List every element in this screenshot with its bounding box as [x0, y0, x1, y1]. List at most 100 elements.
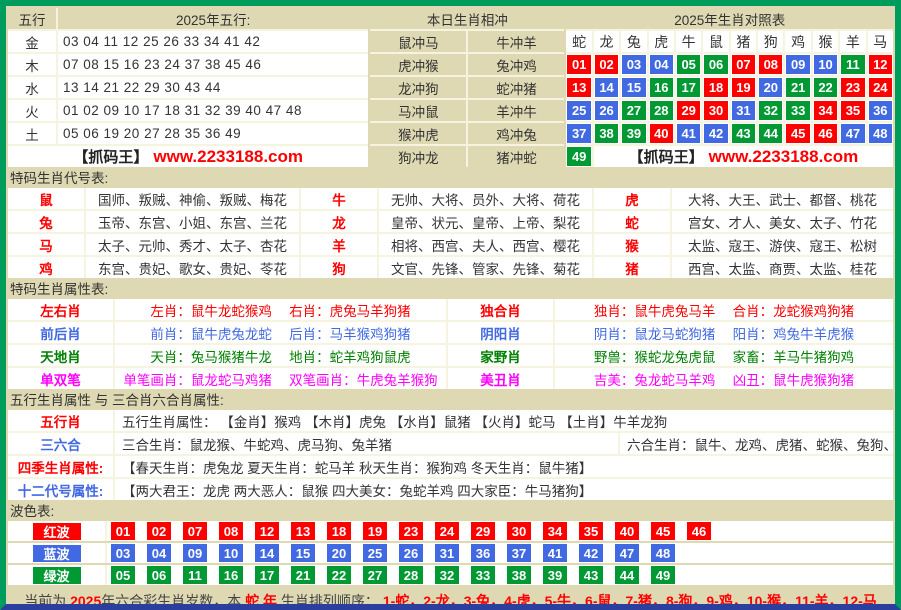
attr-label-cell: 家野肖 [448, 345, 553, 366]
zodiac-number-cell: 09 [785, 54, 810, 75]
site-link[interactable]: www.2233188.com [709, 147, 859, 167]
zodiac-number-cell: 14 [594, 77, 619, 98]
codes-names-cell: 文官、先锋、管家、先锋、菊花 [379, 257, 592, 278]
footer-text: 生肖排列顺序： [277, 593, 383, 609]
wave-number-badge: 08 [219, 522, 243, 540]
wx2-text-cell: 【两大君王：龙虎 两大恶人：鼠猴 四大美女：兔蛇羊鸡 四大家臣：牛马猪狗】 [115, 479, 893, 500]
number-badge: 45 [786, 124, 809, 143]
number-badge: 29 [677, 101, 700, 120]
codes-names-cell: 玉帝、东宫、小姐、东宫、兰花 [86, 211, 299, 232]
wave-label-cell: 绿波 [8, 565, 105, 585]
attr-text-cell: 前肖：鼠牛虎兔龙蛇 后肖：马羊猴鸡狗猪 [115, 322, 446, 343]
wave-number-badge: 49 [651, 566, 675, 584]
element-label: 火 [8, 100, 56, 121]
attr-text-cell: 阴肖：鼠龙马蛇狗猪 阳肖：鸡兔牛羊虎猴 [555, 322, 893, 343]
wave-number-badge: 10 [219, 544, 243, 562]
wave-number-badge: 44 [615, 566, 639, 584]
zodiac-number-cell: 35 [840, 100, 865, 121]
wx2-text-cell: 五行生肖属性： 【金肖】猴鸡 【木肖】虎兔 【水肖】鼠猪 【火肖】蛇马 【土肖】… [115, 410, 893, 431]
chong-title: 本日生肖相冲 [370, 8, 564, 29]
zodiac-number-cell: 29 [676, 100, 701, 121]
number-badge: 07 [732, 55, 755, 74]
element-label: 金 [8, 31, 56, 52]
number-badge: 40 [650, 124, 673, 143]
number-badge: 14 [595, 78, 618, 97]
attr-label-cell: 阴阳肖 [448, 322, 553, 343]
number-badge: 33 [786, 101, 809, 120]
wave-number-badge: 32 [435, 566, 459, 584]
zodiac-number-cell: 21 [785, 77, 810, 98]
wave-number-badge: 15 [291, 544, 315, 562]
zodiac-animal-cell: 蛇 [566, 31, 591, 52]
zodiac-number-cell: 44 [758, 123, 783, 144]
wave-row-blue: 蓝波 03040910141520252631363741424748 [8, 543, 893, 563]
wx2-table: 五行肖 五行生肖属性： 【金肖】猴鸡 【木肖】虎兔 【水肖】鼠猪 【火肖】蛇马 … [8, 410, 893, 500]
zodiac-number-cell: 20 [758, 77, 783, 98]
zodiac-number-cell: 11 [840, 54, 865, 75]
wave-numbers: 05061116172122272832333839434449 [107, 565, 893, 585]
chong-cell: 牛冲羊 [468, 31, 564, 52]
number-badge: 48 [869, 124, 892, 143]
wave-number-badge: 29 [471, 522, 495, 540]
wave-number-badge: 43 [579, 566, 603, 584]
footer-text: 当前为 [24, 593, 70, 609]
zodiac-number-cell: 48 [868, 123, 893, 144]
wave-row-red: 红波 0102070812131819232429303435404546 [8, 521, 893, 541]
zodiac-animal-cell: 兔 [621, 31, 646, 52]
footer-text: 年六合彩生肖岁数，本 [101, 593, 245, 609]
zodiac-number-cell: 23 [840, 77, 865, 98]
number-badge: 49 [567, 147, 590, 166]
wave-number-badge: 21 [291, 566, 315, 584]
footer-year: 2025 [70, 593, 101, 609]
attr-label-cell: 天地肖 [8, 345, 113, 366]
codes-zodiac-cell: 龙 [301, 211, 377, 232]
attr-label-cell: 独合肖 [448, 299, 553, 320]
wave-number-badge: 05 [111, 566, 135, 584]
wuxing-header-title: 2025年五行: [58, 8, 368, 29]
number-badge: 12 [869, 55, 892, 74]
site-link[interactable]: www.2233188.com [153, 147, 303, 167]
wave-label-blue: 蓝波 [33, 545, 81, 562]
codes-table: 鼠 国师、叛贼、神偷、叛贼、梅花 牛 无帅、大将、员外、大将、荷花 虎 大将、大… [8, 188, 893, 278]
wave-number-badge: 30 [507, 522, 531, 540]
zodiac-table: 2025年生肖对照表 蛇 龙 兔 虎 牛 鼠 猪 狗 [566, 8, 893, 167]
wave-number-badge: 26 [399, 544, 423, 562]
zodiac-number-cell: 28 [649, 100, 674, 121]
codes-names-cell: 相将、西宫、夫人、西宫、樱花 [379, 234, 592, 255]
number-badge: 23 [841, 78, 864, 97]
wave-number-badge: 23 [399, 522, 423, 540]
number-badge: 19 [732, 78, 755, 97]
wave-number-badge: 47 [615, 544, 639, 562]
number-badge: 36 [869, 101, 892, 120]
element-numbers: 13 14 21 22 29 30 43 44 [58, 77, 368, 98]
wave-number-badge: 14 [255, 544, 279, 562]
footer-sequence: 1-蛇，2-龙，3-兔，4-虎，5-牛，6-鼠，7-猪，8-狗，9-鸡，10-猴… [383, 593, 877, 609]
wuxing-table: 五行 2025年五行: 金 03 04 11 12 25 26 33 34 41… [8, 8, 368, 167]
waves-table: 红波 0102070812131819232429303435404546 蓝波… [8, 521, 893, 585]
number-badge: 11 [841, 55, 864, 74]
chong-cell: 蛇冲猪 [468, 77, 564, 98]
chong-table: 本日生肖相冲 鼠冲马 牛冲羊 虎冲猴 兔冲鸡 龙冲狗 蛇冲猪 马冲鼠 羊冲牛 猴… [370, 8, 564, 167]
number-badge: 21 [786, 78, 809, 97]
number-badge: 31 [732, 101, 755, 120]
attr-text-cell: 天肖：兔马猴猪牛龙 地肖：蛇羊鸡狗鼠虎 [115, 345, 446, 366]
number-badge: 04 [650, 55, 673, 74]
zodiac-animal-cell: 鼠 [703, 31, 728, 52]
number-badge: 06 [704, 55, 727, 74]
codes-names-cell: 无帅、大将、员外、大将、荷花 [379, 188, 592, 209]
codes-zodiac-cell: 蛇 [594, 211, 670, 232]
codes-zodiac-cell: 羊 [301, 234, 377, 255]
number-badge: 13 [567, 78, 590, 97]
element-label: 土 [8, 123, 56, 144]
codes-zodiac-cell: 猴 [594, 234, 670, 255]
number-badge: 44 [759, 124, 782, 143]
number-badge: 16 [650, 78, 673, 97]
wx2-text-cell: 【春天生肖：虎兔龙 夏天生肖：蛇马羊 秋天生肖：猴狗鸡 冬天生肖：鼠牛猪】 [115, 456, 893, 477]
codes-names-cell: 西宫、太监、商贾、太监、桂花 [672, 257, 893, 278]
wave-number-badge: 11 [183, 566, 207, 584]
wave-number-badge: 45 [651, 522, 675, 540]
zodiac-animal-cell: 牛 [676, 31, 701, 52]
element-label: 木 [8, 54, 56, 75]
wave-number-badge: 22 [327, 566, 351, 584]
wave-number-badge: 25 [363, 544, 387, 562]
